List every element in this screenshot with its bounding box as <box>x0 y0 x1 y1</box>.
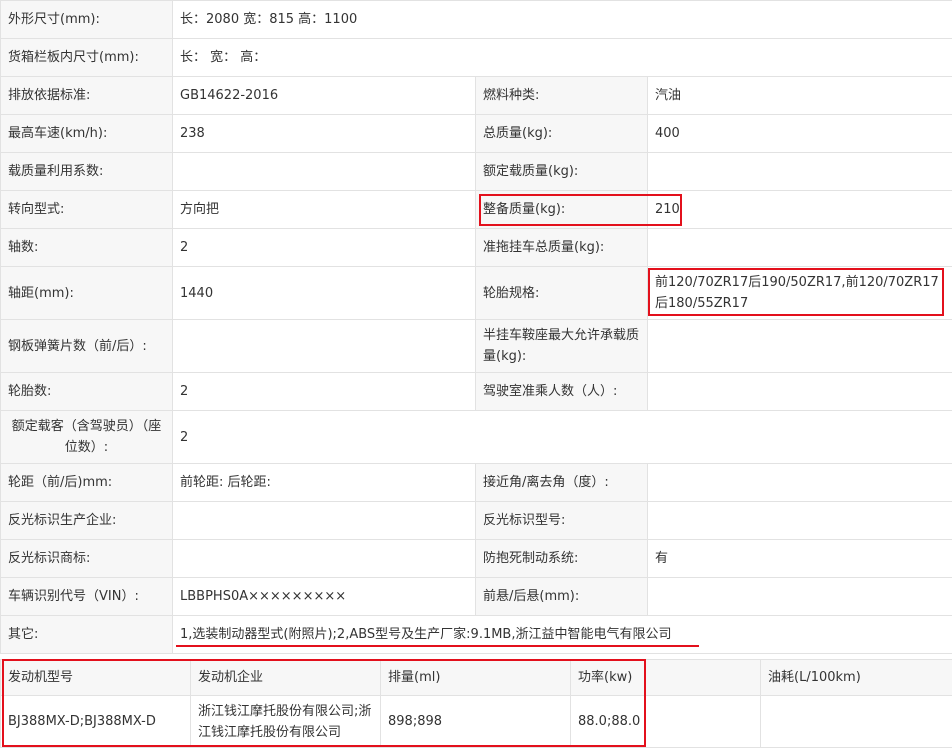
spec-value: 有 <box>646 539 952 578</box>
engine-data-row: BJ388MX-D;BJ388MX-D 浙江钱江摩托股份有限公司;浙江钱江摩托股… <box>0 695 952 748</box>
table-row: 其它: 1,选装制动器型式(附照片);2,ABS型号及生产厂家:9.1MB,浙江… <box>0 615 952 654</box>
spec-value: 长：2080 宽：815 高：1100 <box>171 0 952 39</box>
spec-label: 整备质量(kg): <box>475 190 648 229</box>
spec-value <box>172 539 476 578</box>
engine-header-cell: 油耗(L/100km) <box>760 659 952 696</box>
table-row: 转向型式: 方向把 整备质量(kg): 210 <box>0 190 952 229</box>
spec-label: 前悬/后悬(mm): <box>475 577 648 616</box>
spec-label: 轮距（前/后)mm: <box>0 463 173 502</box>
spec-label: 轴距(mm): <box>0 266 173 320</box>
engine-cell: 浙江钱江摩托股份有限公司;浙江钱江摩托股份有限公司 <box>190 695 381 748</box>
engine-cell <box>760 695 952 748</box>
table-row: 轴距(mm): 1440 轮胎规格: 前120/70ZR17后190/50ZR1… <box>0 266 952 320</box>
spec-label: 钢板弹簧片数（前/后）: <box>0 319 173 373</box>
spec-label: 额定载质量(kg): <box>475 152 648 191</box>
engine-header-cell: 发动机企业 <box>190 659 381 696</box>
engine-cell: 898;898 <box>380 695 571 748</box>
table-row: 货箱栏板内尺寸(mm): 长： 宽： 高： <box>0 38 952 77</box>
spec-value: 2 <box>172 228 476 267</box>
spec-label: 驾驶室准乘人数（人）: <box>475 372 648 411</box>
spec-value: 方向把 <box>172 190 476 229</box>
spec-value <box>646 319 952 373</box>
spec-label: 车辆识别代号（VIN）: <box>0 577 173 616</box>
tire-spec-value: 前120/70ZR17后190/50ZR17,前120/70ZR17后180/5… <box>646 266 952 320</box>
engine-header-row: 发动机型号 发动机企业 排量(ml) 功率(kw) 油耗(L/100km) <box>0 659 952 696</box>
spec-value: 1440 <box>172 266 476 320</box>
spec-value: 2 <box>171 410 952 464</box>
spec-value <box>646 463 952 502</box>
engine-table: 发动机型号 发动机企业 排量(ml) 功率(kw) 油耗(L/100km) BJ… <box>0 659 952 748</box>
table-row: 外形尺寸(mm): 长：2080 宽：815 高：1100 <box>0 0 952 39</box>
spec-label: 防抱死制动系统: <box>475 539 648 578</box>
table-row: 轮距（前/后)mm: 前轮距: 后轮距: 接近角/离去角（度）: <box>0 463 952 502</box>
spec-value <box>646 501 952 540</box>
spec-label: 额定载客（含驾驶员）（座位数）: <box>0 410 173 464</box>
engine-header-cell: 排量(ml) <box>380 659 571 696</box>
spec-label: 轴数: <box>0 228 173 267</box>
spec-value <box>646 372 952 411</box>
table-row: 最高车速(km/h): 238 总质量(kg): 400 <box>0 114 952 153</box>
spec-label: 排放依据标准: <box>0 76 173 115</box>
spec-label: 货箱栏板内尺寸(mm): <box>0 38 173 77</box>
spec-label: 轮胎数: <box>0 372 173 411</box>
spec-label: 燃料种类: <box>475 76 648 115</box>
spec-value: 400 <box>646 114 952 153</box>
table-row: 轮胎数: 2 驾驶室准乘人数（人）: <box>0 372 952 411</box>
spec-label: 最高车速(km/h): <box>0 114 173 153</box>
spec-value <box>172 152 476 191</box>
table-row: 反光标识生产企业: 反光标识型号: <box>0 501 952 540</box>
table-row: 额定载客（含驾驶员）（座位数）: 2 <box>0 410 952 464</box>
spec-value: 2 <box>172 372 476 411</box>
engine-header-cell: 发动机型号 <box>0 659 191 696</box>
spec-value <box>172 319 476 373</box>
spec-value <box>646 228 952 267</box>
spec-label: 外形尺寸(mm): <box>0 0 173 39</box>
spec-table: 外形尺寸(mm): 长：2080 宽：815 高：1100 货箱栏板内尺寸(mm… <box>0 0 952 654</box>
spec-label: 准拖挂车总质量(kg): <box>475 228 648 267</box>
other-value: 1,选装制动器型式(附照片);2,ABS型号及生产厂家:9.1MB,浙江益中智能… <box>171 615 952 654</box>
table-row: 钢板弹簧片数（前/后）: 半挂车鞍座最大允许承载质量(kg): <box>0 319 952 373</box>
spec-label: 其它: <box>0 615 173 654</box>
table-row: 排放依据标准: GB14622-2016 燃料种类: 汽油 <box>0 76 952 115</box>
spec-value: 前轮距: 后轮距: <box>172 463 476 502</box>
spec-value: 汽油 <box>646 76 952 115</box>
engine-header-cell: 功率(kw) <box>570 659 761 696</box>
spec-value <box>646 577 952 616</box>
spec-value: 210 <box>646 190 952 229</box>
spec-value <box>172 501 476 540</box>
spec-label: 载质量利用系数: <box>0 152 173 191</box>
spec-label: 半挂车鞍座最大允许承载质量(kg): <box>475 319 648 373</box>
table-row: 载质量利用系数: 额定载质量(kg): <box>0 152 952 191</box>
spec-label: 总质量(kg): <box>475 114 648 153</box>
spec-value: 长： 宽： 高： <box>171 38 952 77</box>
vin-value: LBBPHS0A××××××××× <box>172 577 476 616</box>
table-row: 轴数: 2 准拖挂车总质量(kg): <box>0 228 952 267</box>
spec-label: 轮胎规格: <box>475 266 648 320</box>
spec-value <box>646 152 952 191</box>
spec-label: 转向型式: <box>0 190 173 229</box>
spec-label: 反光标识生产企业: <box>0 501 173 540</box>
table-row: 车辆识别代号（VIN）: LBBPHS0A××××××××× 前悬/后悬(mm)… <box>0 577 952 616</box>
engine-cell: 88.0;88.0 <box>570 695 761 748</box>
spec-label: 反光标识型号: <box>475 501 648 540</box>
spec-label: 接近角/离去角（度）: <box>475 463 648 502</box>
spec-label: 反光标识商标: <box>0 539 173 578</box>
table-row: 反光标识商标: 防抱死制动系统: 有 <box>0 539 952 578</box>
spec-value: 238 <box>172 114 476 153</box>
spec-value: GB14622-2016 <box>172 76 476 115</box>
engine-cell: BJ388MX-D;BJ388MX-D <box>0 695 191 748</box>
